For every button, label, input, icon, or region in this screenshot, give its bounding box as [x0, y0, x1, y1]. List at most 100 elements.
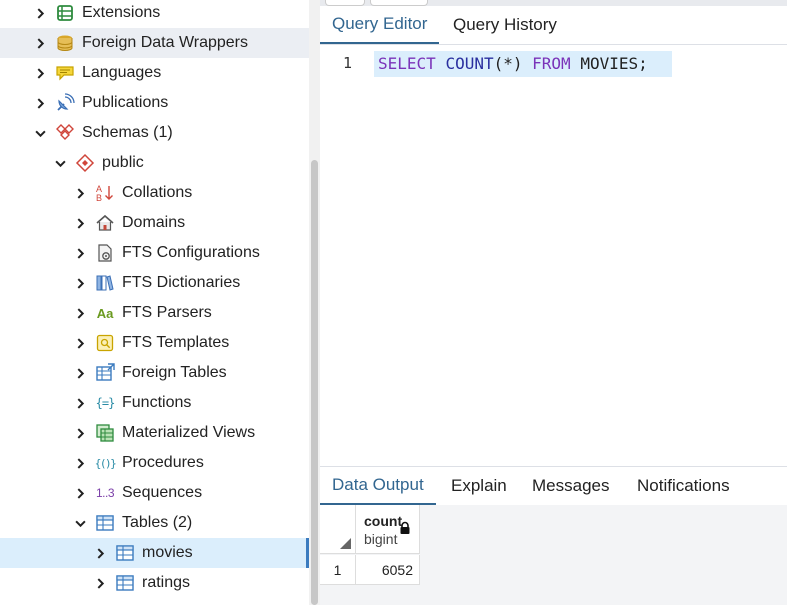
- tree-scrollbar[interactable]: [309, 0, 320, 605]
- sql-args: (*): [493, 54, 523, 73]
- collations-icon: AB: [94, 183, 116, 203]
- tree-item-procedures[interactable]: {()} Procedures: [0, 448, 309, 478]
- line-gutter: 1: [320, 46, 372, 466]
- tree-item-tables[interactable]: Tables (2): [0, 508, 309, 538]
- code-line[interactable]: SELECT COUNT(*) FROM MOVIES;: [378, 54, 648, 73]
- foreign-data-wrappers-icon: [54, 33, 76, 53]
- chevron-right-icon[interactable]: [74, 427, 86, 439]
- tab-messages[interactable]: Messages: [520, 467, 621, 504]
- chevron-down-icon[interactable]: [54, 157, 66, 169]
- tree-item-label: Materialized Views: [122, 424, 256, 441]
- fts-parsers-icon: Aa: [94, 303, 116, 323]
- tree-item-label: public: [102, 154, 144, 171]
- chevron-right-icon[interactable]: [94, 577, 106, 589]
- languages-icon: [54, 63, 76, 83]
- chevron-right-icon[interactable]: [34, 67, 46, 79]
- fts-parsers-glyph: Aa: [96, 305, 114, 321]
- tree-item-fts-configurations[interactable]: FTS Configurations: [0, 238, 309, 268]
- tree-scrollbar-thumb[interactable]: [311, 160, 318, 605]
- column-type: bigint: [364, 531, 398, 547]
- tree-item-collations[interactable]: AB Collations: [0, 178, 309, 208]
- tree-item-schemas[interactable]: Schemas (1): [0, 118, 309, 148]
- tab-query-editor[interactable]: Query Editor: [320, 6, 440, 44]
- fts-dictionaries-icon: [94, 273, 116, 293]
- tree-item-label: movies: [142, 544, 193, 561]
- tree-item-functions[interactable]: {=} Functions: [0, 388, 309, 418]
- tree-item-label: Extensions: [82, 4, 161, 21]
- chevron-right-icon[interactable]: [34, 97, 46, 109]
- chevron-right-icon[interactable]: [74, 187, 86, 199]
- tree-item-label: Tables (2): [122, 514, 193, 531]
- tree-item-table-movies[interactable]: movies: [0, 538, 309, 568]
- grid-select-all[interactable]: [320, 505, 356, 554]
- editor-tabbar: Query Editor Query History: [320, 6, 787, 45]
- data-grid: count bigint 1 6052: [320, 505, 787, 605]
- chevron-right-icon[interactable]: [34, 7, 46, 19]
- foreign-tables-icon: [94, 363, 116, 383]
- chevron-right-icon[interactable]: [74, 217, 86, 229]
- results-tabbar: Data Output Explain Messages Notificatio…: [320, 466, 787, 506]
- domains-icon: [94, 213, 116, 233]
- tree-item-foreign-tables[interactable]: Foreign Tables: [0, 358, 309, 388]
- tree-item-foreign-data-wrappers[interactable]: Foreign Data Wrappers: [0, 28, 309, 58]
- sql-table-name: MOVIES: [580, 54, 639, 73]
- chevron-right-icon[interactable]: [94, 547, 106, 559]
- procedures-glyph: {()}: [94, 456, 117, 470]
- sql-keyword-from: FROM: [532, 54, 571, 73]
- table-icon: [114, 573, 136, 593]
- tree-item-publications[interactable]: Publications: [0, 88, 309, 118]
- tree-item-label: FTS Templates: [122, 334, 230, 351]
- chevron-right-icon[interactable]: [74, 457, 86, 469]
- tab-query-history[interactable]: Query History: [441, 6, 569, 43]
- row-number[interactable]: 1: [320, 555, 356, 585]
- tree-item-label: Languages: [82, 64, 162, 81]
- tree-item-label: Publications: [82, 94, 169, 111]
- tree-item-label: Procedures: [122, 454, 204, 471]
- chevron-right-icon[interactable]: [74, 307, 86, 319]
- chevron-right-icon[interactable]: [34, 37, 46, 49]
- chevron-down-icon[interactable]: [74, 517, 86, 529]
- procedures-icon: {()}: [94, 453, 117, 473]
- schemas-icon: [54, 123, 76, 143]
- select-all-triangle-icon: [340, 538, 351, 549]
- functions-glyph: {=}: [95, 396, 116, 410]
- chevron-right-icon[interactable]: [74, 367, 86, 379]
- tree-item-table-ratings[interactable]: ratings: [0, 568, 309, 598]
- tree-item-label: FTS Parsers: [122, 304, 212, 321]
- tables-icon: [94, 513, 116, 533]
- column-header-count[interactable]: count bigint: [356, 505, 420, 554]
- tab-data-output[interactable]: Data Output: [320, 467, 436, 505]
- tree-item-label: Foreign Tables: [122, 364, 227, 381]
- tree-item-fts-parsers[interactable]: Aa FTS Parsers: [0, 298, 309, 328]
- sql-semicolon: ;: [638, 54, 648, 73]
- tree-item-extensions[interactable]: Extensions: [0, 0, 309, 28]
- code-editor[interactable]: 1 SELECT COUNT(*) FROM MOVIES;: [320, 46, 787, 466]
- tree-item-sequences[interactable]: 1..3 Sequences: [0, 478, 309, 508]
- chevron-right-icon[interactable]: [74, 397, 86, 409]
- chevron-right-icon[interactable]: [74, 487, 86, 499]
- chevron-right-icon[interactable]: [74, 337, 86, 349]
- tree-item-domains[interactable]: Domains: [0, 208, 309, 238]
- tree-item-label: Schemas (1): [82, 124, 173, 141]
- chevron-down-icon[interactable]: [34, 127, 46, 139]
- svg-text:B: B: [96, 193, 102, 203]
- tree-item-public[interactable]: public: [0, 148, 309, 178]
- tree-item-fts-templates[interactable]: FTS Templates: [0, 328, 309, 358]
- table-icon: [114, 543, 136, 563]
- grid-cell-count[interactable]: 6052: [356, 555, 420, 585]
- tree-item-label: ratings: [142, 574, 191, 591]
- query-editor-panel: Query Editor Query History 1 SELECT COUN…: [320, 0, 787, 466]
- tree-item-materialized-views[interactable]: Materialized Views: [0, 418, 309, 448]
- tree-item-fts-dictionaries[interactable]: FTS Dictionaries: [0, 268, 309, 298]
- tree-item-label: Foreign Data Wrappers: [82, 34, 248, 51]
- materialized-views-icon: [94, 423, 116, 443]
- tab-notifications[interactable]: Notifications: [625, 467, 742, 504]
- sequences-icon: 1..3: [94, 483, 116, 503]
- extensions-icon: [54, 3, 76, 23]
- tab-explain[interactable]: Explain: [439, 467, 519, 504]
- tree-item-label: FTS Dictionaries: [122, 274, 241, 291]
- chevron-right-icon[interactable]: [74, 277, 86, 289]
- functions-icon: {=}: [94, 393, 116, 413]
- tree-item-languages[interactable]: Languages: [0, 58, 309, 88]
- chevron-right-icon[interactable]: [74, 247, 86, 259]
